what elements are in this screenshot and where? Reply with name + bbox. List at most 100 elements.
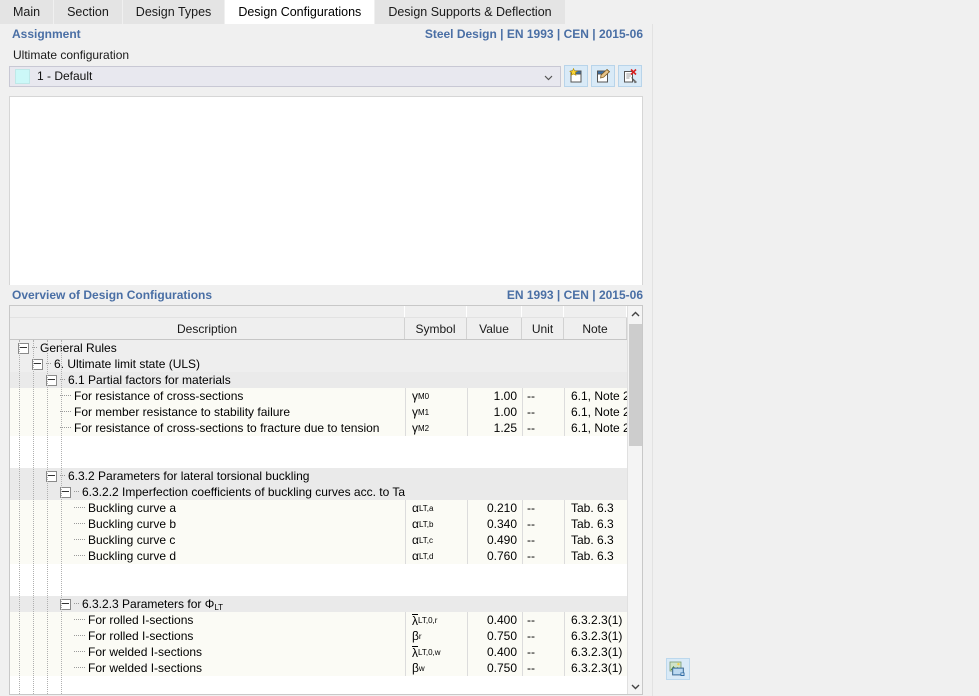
row-unit: -- — [522, 628, 564, 644]
filter-cell-unit[interactable] — [522, 306, 564, 317]
row-unit: -- — [522, 500, 564, 516]
table-row-spacer — [10, 580, 642, 596]
main-tab-bar: MainSectionDesign TypesDesign Configurat… — [0, 0, 979, 25]
tab-section[interactable]: Section — [54, 0, 123, 24]
row-description: Buckling curve d — [88, 549, 176, 563]
row-description: For rolled I-sections — [88, 613, 193, 627]
table-row[interactable]: For resistance of cross-sections to frac… — [10, 420, 642, 436]
row-unit: -- — [522, 388, 564, 404]
table-row-spacer — [10, 452, 642, 468]
tree-connector — [74, 539, 85, 541]
overview-title: Overview of Design Configurations — [12, 288, 212, 302]
ultimate-configuration-combobox[interactable]: 1 - Default — [9, 66, 561, 87]
column-header-note[interactable]: Note — [564, 318, 627, 339]
tab-main[interactable]: Main — [0, 0, 54, 24]
left-content-panel: Assignment Steel Design | EN 1993 | CEN … — [0, 24, 652, 696]
table-group-row[interactable]: General Rules — [10, 340, 642, 356]
table-group-row[interactable]: 6.3.2 Parameters for lateral torsional b… — [10, 468, 642, 484]
table-row[interactable]: Buckling curve dαLT,d0.760--Tab. 6.3 — [10, 548, 642, 564]
edit-configuration-button[interactable] — [591, 65, 615, 87]
table-row[interactable]: For welded I-sectionsβw0.750--6.3.2.3(1) — [10, 660, 642, 676]
row-note: 6.1, Note 2B — [564, 420, 627, 436]
row-value[interactable]: 0.750 — [467, 628, 522, 644]
group-label: 6.3.2.3 Parameters for ΦLT — [82, 597, 223, 612]
chevron-down-icon[interactable] — [544, 71, 553, 80]
table-row[interactable]: For rolled I-sectionsλLT,0,r0.400--6.3.2… — [10, 612, 642, 628]
table-row-spacer — [10, 676, 642, 692]
tab-design-types[interactable]: Design Types — [123, 0, 226, 24]
row-symbol: γM0 — [405, 388, 467, 404]
table-body: General Rules6. Ultimate limit state (UL… — [10, 340, 642, 695]
table-vertical-scrollbar[interactable] — [627, 306, 642, 694]
row-note: Tab. 6.3 — [564, 516, 627, 532]
table-group-row[interactable]: 6.3.2.2 Imperfection coefficients of buc… — [10, 484, 642, 500]
delete-configuration-button[interactable] — [618, 65, 642, 87]
tab-design-configurations[interactable]: Design Configurations — [225, 0, 375, 24]
scrollbar-thumb[interactable] — [629, 324, 642, 446]
image-preview-button[interactable] — [666, 658, 690, 680]
filter-cell-symbol[interactable] — [405, 306, 467, 317]
row-note: 6.3.2.3(1) — [564, 612, 627, 628]
scroll-down-button[interactable] — [628, 678, 643, 694]
table-group-row[interactable]: 6.1 Partial factors for materials — [10, 372, 642, 388]
row-symbol: αLT,c — [405, 532, 467, 548]
row-value[interactable]: 1.00 — [467, 404, 522, 420]
column-header-value[interactable]: Value — [467, 318, 522, 339]
new-configuration-button[interactable] — [564, 65, 588, 87]
row-description: For resistance of cross-sections — [74, 389, 243, 403]
table-row[interactable]: For rolled I-sectionsβr0.750--6.3.2.3(1) — [10, 628, 642, 644]
row-value[interactable]: 0.340 — [467, 516, 522, 532]
row-symbol: λLT,0,r — [405, 612, 467, 628]
row-unit: -- — [522, 548, 564, 564]
table-row[interactable]: Buckling curve aαLT,a0.210--Tab. 6.3 — [10, 500, 642, 516]
group-label: 6.3.2 Parameters for lateral torsional b… — [68, 469, 309, 483]
row-value[interactable]: 1.25 — [467, 420, 522, 436]
column-header-symbol[interactable]: Symbol — [405, 318, 467, 339]
table-row[interactable]: Buckling curve bαLT,b0.340--Tab. 6.3 — [10, 516, 642, 532]
row-note: 6.3.2.3(1) — [564, 644, 627, 660]
row-value[interactable]: 0.760 — [467, 548, 522, 564]
row-description: For welded I-sections — [88, 661, 202, 675]
group-label: 6.3.2.2 Imperfection coefficients of buc… — [82, 485, 405, 499]
row-symbol: βw — [405, 660, 467, 676]
row-unit: -- — [522, 516, 564, 532]
row-note: 6.1, Note 2B — [564, 388, 627, 404]
row-symbol: γM2 — [405, 420, 467, 436]
table-group-row[interactable]: 6.3.2.3 Parameters for ΦLT — [10, 596, 642, 612]
tree-guide-line — [33, 340, 34, 695]
row-value[interactable]: 0.400 — [467, 644, 522, 660]
tree-connector — [74, 619, 85, 621]
table-row-spacer — [10, 692, 642, 695]
tree-guide-line — [47, 340, 48, 695]
scroll-up-button[interactable] — [628, 306, 643, 322]
tree-connector — [74, 555, 85, 557]
row-value[interactable]: 0.750 — [467, 660, 522, 676]
row-value[interactable]: 0.400 — [467, 612, 522, 628]
group-label: 6. Ultimate limit state (ULS) — [54, 357, 200, 371]
table-row[interactable]: For welded I-sectionsλLT,0,w0.400--6.3.2… — [10, 644, 642, 660]
filter-cell-description[interactable] — [10, 306, 405, 317]
table-group-row[interactable]: 6. Ultimate limit state (ULS) — [10, 356, 642, 372]
table-row[interactable]: Buckling curve cαLT,c0.490--Tab. 6.3 — [10, 532, 642, 548]
filter-cell-value[interactable] — [467, 306, 522, 317]
ultimate-configuration-label: Ultimate configuration — [0, 44, 652, 65]
table-column-headers: Description Symbol Value Unit Note — [10, 318, 642, 340]
row-note: 6.1, Note 2B — [564, 404, 627, 420]
row-value[interactable]: 1.00 — [467, 388, 522, 404]
filter-cell-note[interactable] — [564, 306, 627, 317]
tree-connector — [74, 651, 85, 653]
row-symbol: αLT,b — [405, 516, 467, 532]
table-row[interactable]: For resistance of cross-sections γM01.00-… — [10, 388, 642, 404]
column-header-unit[interactable]: Unit — [522, 318, 564, 339]
row-value[interactable]: 0.490 — [467, 532, 522, 548]
table-row[interactable]: For member resistance to stability failu… — [10, 404, 642, 420]
assignment-standard-label: Steel Design | EN 1993 | CEN | 2015-06 — [425, 27, 643, 41]
row-value[interactable]: 0.210 — [467, 500, 522, 516]
assignment-section-header: Assignment Steel Design | EN 1993 | CEN … — [0, 24, 652, 44]
column-header-description[interactable]: Description — [10, 318, 405, 339]
row-description: For resistance of cross-sections to frac… — [74, 421, 379, 435]
row-unit: -- — [522, 660, 564, 676]
row-description: For rolled I-sections — [88, 629, 193, 643]
tab-design-supports-deflection[interactable]: Design Supports & Deflection — [375, 0, 565, 24]
overview-standard-label: EN 1993 | CEN | 2015-06 — [507, 288, 643, 302]
